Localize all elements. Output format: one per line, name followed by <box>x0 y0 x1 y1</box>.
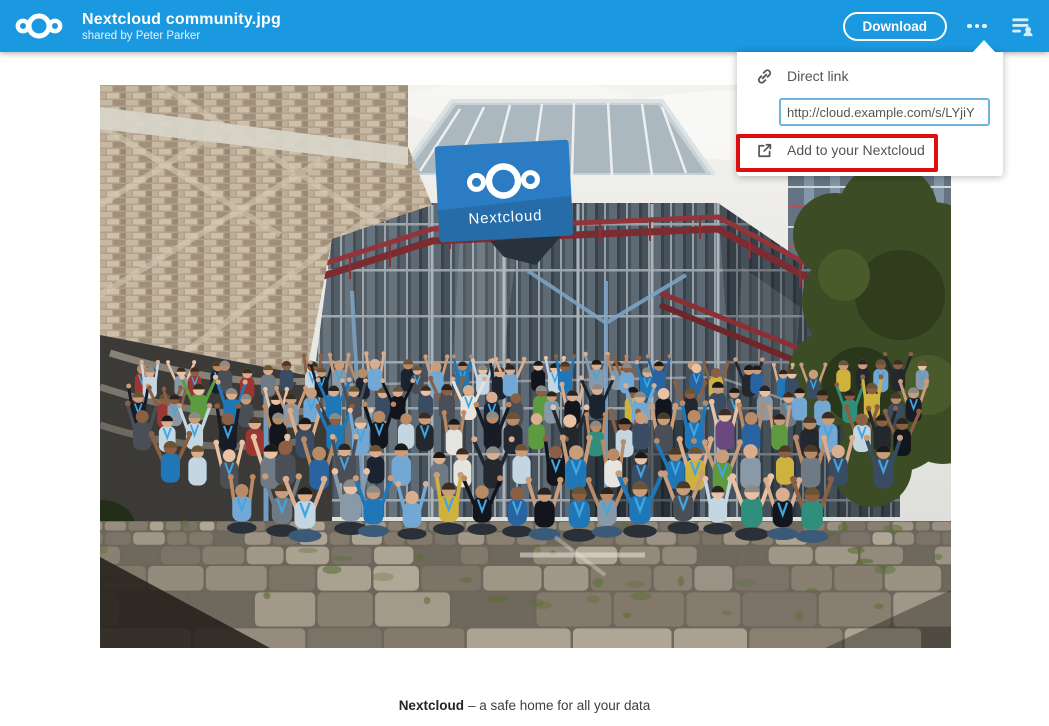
sidebar-toggle-button[interactable] <box>1003 7 1041 45</box>
public-share-page: Nextcloud community.jpg shared by Peter … <box>0 0 1049 726</box>
link-icon <box>756 68 773 85</box>
header-actions: Download <box>843 0 1049 52</box>
nextcloud-banner: Nextcloud <box>435 140 574 243</box>
menu-item-add-to-nextcloud[interactable]: Add to your Nextcloud <box>737 131 1003 169</box>
menu-item-label: Add to your Nextcloud <box>787 142 925 158</box>
direct-link-input[interactable] <box>779 98 990 126</box>
menu-item-label: Direct link <box>787 68 848 84</box>
download-button[interactable]: Download <box>843 12 948 41</box>
shared-by-subtitle: shared by Peter Parker <box>82 29 281 43</box>
external-link-icon <box>756 142 773 159</box>
popover-arrow <box>973 40 995 52</box>
share-options-popover: Direct link Add to your Nextcloud <box>737 52 1003 176</box>
menu-item-direct-link[interactable]: Direct link <box>737 57 1003 95</box>
ellipsis-icon <box>965 24 988 29</box>
header-bar: Nextcloud community.jpg shared by Peter … <box>0 0 1049 52</box>
file-title-block: Nextcloud community.jpg shared by Peter … <box>82 10 281 43</box>
nextcloud-logo-icon[interactable] <box>13 8 65 44</box>
footer-tagline: – a safe home for all your data <box>468 698 650 713</box>
footer-brand: Nextcloud <box>399 698 464 713</box>
footer-caption: Nextcloud – a safe home for all your data <box>0 698 1049 713</box>
details-sidebar-user-icon <box>1009 13 1035 39</box>
page-title: Nextcloud community.jpg <box>82 10 281 29</box>
